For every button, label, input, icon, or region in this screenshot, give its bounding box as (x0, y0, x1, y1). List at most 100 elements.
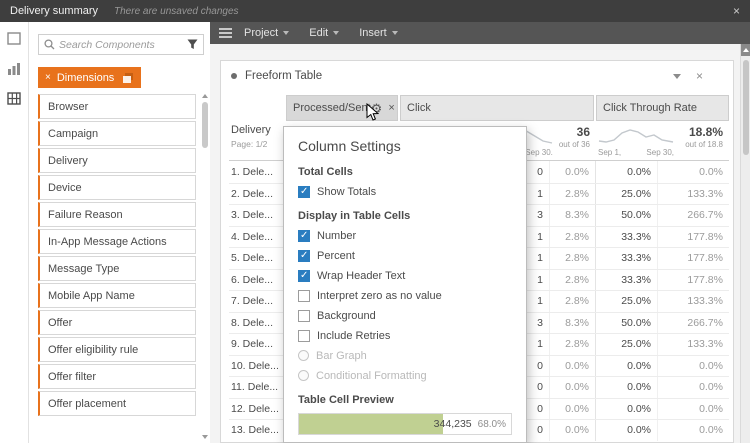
chevron-down-icon (392, 31, 398, 35)
remove-column-icon[interactable]: × (388, 103, 394, 114)
ctr-total: 18.8% (685, 125, 723, 139)
option-label: Percent (317, 250, 355, 262)
row-ctr-cell: 25.0%133.3% (596, 291, 729, 312)
dimension-list-item[interactable]: Failure Reason (38, 202, 196, 227)
radio-option-conditional-formatting: Conditional Formatting (298, 369, 512, 382)
display-option-number[interactable]: Number (298, 229, 512, 242)
display-option-interpret-zero-as-no-value[interactable]: Interpret zero as no value (298, 289, 512, 302)
cell-percent: 0.0% (549, 161, 595, 183)
row-dimension-label[interactable]: 3. Dele... (229, 205, 286, 226)
display-option-wrap-header-text[interactable]: Wrap Header Text (298, 269, 512, 282)
cell-percent: 2.8% (549, 334, 595, 355)
menu-edit[interactable]: Edit (309, 27, 339, 39)
checkbox-checked-icon[interactable] (298, 186, 310, 198)
visualizations-icon[interactable] (7, 62, 21, 75)
row-dimension-label[interactable]: 6. Dele... (229, 270, 286, 291)
dimension-list-item[interactable]: Browser (38, 94, 196, 119)
row-dimension-label[interactable]: 5. Dele... (229, 248, 286, 269)
chevron-down-icon (283, 31, 289, 35)
search-icon (44, 39, 55, 50)
close-icon[interactable]: × (733, 4, 740, 18)
row-dimension-label[interactable]: 1. Dele... (229, 161, 286, 183)
dimensions-stack-icon (122, 72, 134, 84)
row-ctr-cell: 0.0%0.0% (596, 377, 729, 398)
option-label: Wrap Header Text (317, 270, 405, 282)
section-total-cells: Total Cells (298, 166, 512, 178)
radio-disabled-icon (298, 370, 309, 381)
dimension-list-item[interactable]: Delivery (38, 148, 196, 173)
option-label: Background (317, 310, 376, 322)
row-dimension-label[interactable]: 2. Dele... (229, 184, 286, 205)
collapse-panel-chevron-icon[interactable] (673, 74, 681, 79)
dimension-list-item[interactable]: In-App Message Actions (38, 229, 196, 254)
option-label: Bar Graph (316, 350, 367, 362)
show-totals-option[interactable]: Show Totals (298, 185, 512, 198)
menu-bar: Project Edit Insert (210, 22, 750, 44)
remove-filter-icon[interactable]: × (45, 72, 51, 83)
close-panel-icon[interactable]: × (696, 70, 703, 82)
scroll-down-icon[interactable] (202, 435, 208, 439)
dimension-list-item[interactable]: Offer filter (38, 364, 196, 389)
dimension-list-item[interactable]: Offer (38, 310, 196, 335)
checkbox-unchecked-icon[interactable] (298, 290, 310, 302)
checkbox-unchecked-icon[interactable] (298, 330, 310, 342)
main-scrollbar-thumb[interactable] (743, 60, 749, 155)
column-header-processed-sent[interactable]: Processed/Sent ⚙ × (286, 95, 398, 121)
row-dimension-label[interactable]: 9. Dele... (229, 334, 286, 355)
cell-percent: 2.8% (549, 270, 595, 291)
row-dimension-label[interactable]: 12. Dele... (229, 399, 286, 420)
display-option-background[interactable]: Background (298, 309, 512, 322)
sidebar-scrollbar-thumb[interactable] (202, 102, 208, 148)
filter-icon[interactable] (187, 39, 198, 50)
row-dimension-label[interactable]: 8. Dele... (229, 313, 286, 334)
dimensions-filter-chip[interactable]: × Dimensions (38, 67, 141, 88)
menu-insert[interactable]: Insert (359, 27, 398, 39)
column-header-click-through-rate[interactable]: Click Through Rate (596, 95, 729, 121)
cell-percent: 266.7% (657, 313, 729, 334)
cell-percent: 0.0% (657, 420, 729, 441)
column-header-click[interactable]: Click (400, 95, 594, 121)
dimension-list-item[interactable]: Device (38, 175, 196, 200)
panels-icon[interactable] (7, 32, 21, 45)
row-dimension-label[interactable]: 10. Dele... (229, 356, 286, 377)
checkbox-checked-icon[interactable] (298, 230, 310, 242)
radio-option-bar-graph: Bar Graph (298, 349, 512, 362)
checkbox-checked-icon[interactable] (298, 270, 310, 282)
cell-percent: 0.0% (657, 356, 729, 377)
sidebar-scrollbar[interactable] (200, 94, 209, 439)
checkbox-checked-icon[interactable] (298, 250, 310, 262)
components-icon[interactable] (7, 92, 21, 105)
row-dimension-label[interactable]: 11. Dele... (229, 377, 286, 398)
row-dimension-label[interactable]: 7. Dele... (229, 291, 286, 312)
row-ctr-cell: 0.0%0.0% (596, 161, 729, 183)
dimension-list-item[interactable]: Message Type (38, 256, 196, 281)
left-icon-rail (0, 22, 29, 443)
dimension-list-item[interactable]: Mobile App Name (38, 283, 196, 308)
project-title: Delivery summary (10, 5, 98, 17)
scroll-up-icon[interactable] (202, 94, 208, 98)
dimension-list-item[interactable]: Campaign (38, 121, 196, 146)
dimension-list-item[interactable]: Offer eligibility rule (38, 337, 196, 362)
display-option-percent[interactable]: Percent (298, 249, 512, 262)
dimension-pagination[interactable]: Page: 1/2 (231, 139, 286, 149)
hamburger-menu-icon[interactable] (219, 28, 232, 38)
cell-percent: 266.7% (657, 205, 729, 226)
row-dimension-label[interactable]: 13. Dele... (229, 420, 286, 441)
checkbox-unchecked-icon[interactable] (298, 310, 310, 322)
scroll-up-button[interactable] (741, 44, 750, 56)
cell-percent: 0.0% (657, 399, 729, 420)
cell-percent: 2.8% (549, 291, 595, 312)
display-option-include-retries[interactable]: Include Retries (298, 329, 512, 342)
search-input[interactable] (59, 39, 183, 51)
cell-percent: 8.3% (549, 205, 595, 226)
dimension-list-item[interactable]: Offer placement (38, 391, 196, 416)
cell-percent: 133.3% (657, 291, 729, 312)
menu-project[interactable]: Project (244, 27, 289, 39)
main-scrollbar[interactable] (740, 44, 750, 443)
cell-value: 33.3% (596, 227, 651, 248)
row-dimension-label[interactable]: 4. Dele... (229, 227, 286, 248)
cell-percent: 0.0% (657, 161, 729, 183)
cell-percent: 177.8% (657, 270, 729, 291)
cell-value: 33.3% (596, 270, 651, 291)
date-label: Sep 30, (646, 148, 674, 157)
